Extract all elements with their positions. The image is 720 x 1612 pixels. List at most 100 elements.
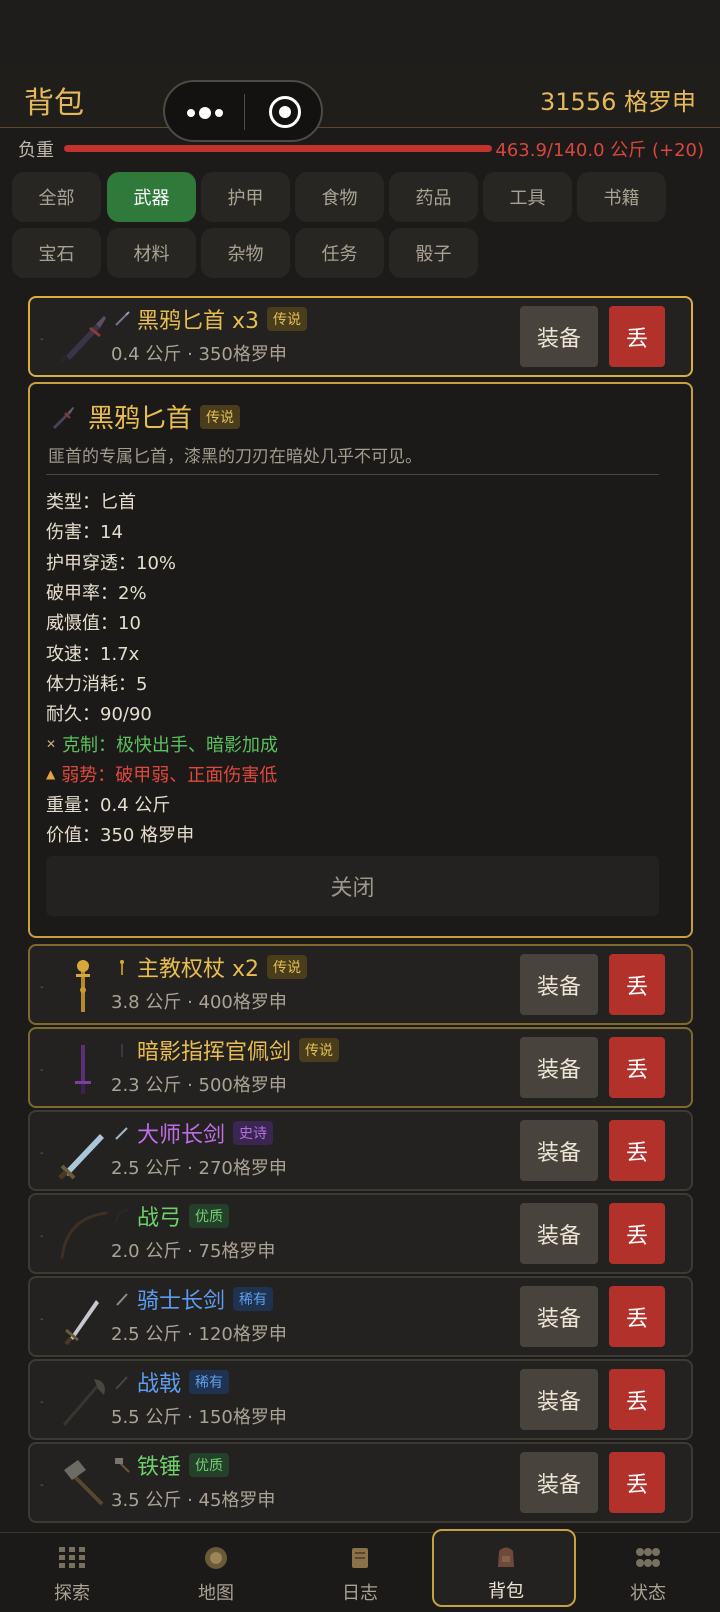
stat-intimidation: 威慑值：10 (46, 613, 141, 635)
item-marker: - (40, 1397, 44, 1408)
rarity-badge: 稀有 (233, 1287, 274, 1311)
detail-stats: 类型：匕首 伤害：14 护甲穿透：10% 破甲率：2% 威慑值：10 攻速：1.… (46, 486, 278, 850)
list-item[interactable]: - 战戟 稀有 5.5 公斤 · 150格罗申 装备 丢 (28, 1359, 693, 1440)
tab-food[interactable]: 食物 (295, 172, 384, 222)
stat-armor-break: 破甲率：2% (46, 583, 147, 605)
tab-misc[interactable]: 杂物 (201, 228, 290, 278)
detail-description: 匪首的专属匕首，漆黑的刀刃在暗处几乎不可见。 (48, 447, 422, 467)
stat-armor-penetration: 护甲穿透：10% (46, 552, 177, 574)
item-meta: 2.5 公斤 · 120格罗申 (111, 1324, 287, 1345)
tab-dice[interactable]: 骰子 (389, 228, 478, 278)
dagger-small-icon (115, 311, 130, 326)
counter-text: 克制：极快出手、暗影加成 (62, 734, 279, 756)
bow-icon (60, 1211, 109, 1260)
more-options-icon[interactable] (185, 106, 229, 120)
drop-button[interactable]: 丢 (609, 1203, 665, 1264)
stat-weakness: ▲ 弱势：破甲弱、正面伤害低 (46, 759, 278, 789)
drop-button[interactable]: 丢 (609, 1452, 665, 1513)
rarity-badge: 传说 (299, 1038, 340, 1062)
halberd-icon (62, 1379, 105, 1426)
item-marker: - (40, 1065, 44, 1076)
rarity-badge: 传说 (267, 307, 308, 331)
tab-medicine[interactable]: 药品 (389, 172, 478, 222)
list-item[interactable]: - 铁锤 优质 3.5 公斤 · 45格罗申 装备 丢 (28, 1442, 693, 1523)
load-value: 463.9/140.0 公斤 (+20) (495, 140, 704, 161)
drop-button[interactable]: 丢 (609, 1286, 665, 1347)
close-detail-button[interactable]: 关闭 (46, 856, 659, 916)
equip-button[interactable]: 装备 (520, 954, 598, 1015)
drop-button[interactable]: 丢 (609, 1120, 665, 1181)
list-item[interactable]: - 暗影指挥官佩剑 传说 2.3 公斤 · 500格罗申 装备 丢 (28, 1027, 693, 1108)
halberd-small-icon (115, 1376, 128, 1390)
item-name: 骑士长剑 (137, 1289, 226, 1314)
item-marker: - (40, 334, 44, 345)
item-marker: - (40, 1480, 44, 1491)
drop-button[interactable]: 丢 (609, 1037, 665, 1098)
list-item[interactable]: - 黑鸦匕首 x3 传说 0.4 公斤 · 350格罗申 装备 丢 (28, 296, 693, 377)
nav-map[interactable]: 地图 (144, 1533, 288, 1612)
equip-button[interactable]: 装备 (520, 1203, 598, 1264)
load-bar (64, 145, 492, 152)
stat-attack-speed: 攻速：1.7x (46, 643, 140, 665)
rarity-badge: 传说 (267, 955, 308, 979)
tab-gems[interactable]: 宝石 (12, 228, 101, 278)
rarity-badge: 优质 (189, 1453, 230, 1477)
item-meta: 2.5 公斤 · 270格罗申 (111, 1158, 287, 1179)
knight-sword-icon (64, 1300, 99, 1346)
equip-button[interactable]: 装备 (520, 1286, 598, 1347)
stat-damage: 伤害：14 (46, 522, 123, 544)
tab-armor[interactable]: 护甲 (201, 172, 290, 222)
rarity-badge: 史诗 (233, 1121, 274, 1145)
detail-divider (46, 474, 659, 475)
tab-weapons[interactable]: 武器 (107, 172, 196, 222)
stat-type: 类型：匕首 (46, 492, 136, 514)
item-name: 主教权杖 x2 (137, 957, 260, 982)
nav-status[interactable]: 状态 (576, 1533, 720, 1612)
drop-button[interactable]: 丢 (609, 1369, 665, 1430)
hammer-small-icon (115, 1458, 130, 1473)
tab-books[interactable]: 书籍 (577, 172, 666, 222)
list-item[interactable]: - 大师长剑 史诗 2.5 公斤 · 270格罗申 装备 丢 (28, 1110, 693, 1191)
page-title: 背包 (24, 86, 84, 121)
equip-button[interactable]: 装备 (520, 1452, 598, 1513)
drop-button[interactable]: 丢 (609, 306, 665, 367)
tab-materials[interactable]: 材料 (107, 228, 196, 278)
dagger-icon (53, 407, 74, 429)
nav-backpack[interactable]: 背包 (432, 1529, 576, 1607)
app-header: 背包 31556 格罗申 (0, 64, 720, 142)
load-label: 负重 (18, 140, 54, 161)
item-name: 暗影指挥官佩剑 (137, 1040, 292, 1065)
bottom-nav: 探索 地图 日志 背包 状态 (0, 1529, 720, 1612)
crossed-swords-icon: ✕ (46, 736, 57, 751)
equip-button[interactable]: 装备 (520, 1120, 598, 1181)
item-marker: - (40, 1231, 44, 1242)
item-name: 铁锤 (137, 1455, 182, 1480)
item-meta: 3.8 公斤 · 400格罗申 (111, 992, 287, 1013)
rarity-badge: 优质 (189, 1204, 230, 1228)
close-miniprogram-icon[interactable] (269, 96, 301, 128)
item-name: 大师长剑 (137, 1123, 226, 1148)
item-meta: 5.5 公斤 · 150格罗申 (111, 1407, 287, 1428)
capsule-divider (244, 94, 245, 130)
bow-small-icon (115, 1209, 130, 1224)
stat-durability: 耐久：90/90 (46, 704, 152, 726)
equip-button[interactable]: 装备 (520, 1369, 598, 1430)
list-item[interactable]: - 骑士长剑 稀有 2.5 公斤 · 120格罗申 装备 丢 (28, 1276, 693, 1357)
item-name: 战戟 (137, 1372, 182, 1397)
list-item[interactable]: - 主教权杖 x2 传说 3.8 公斤 · 400格罗申 装备 丢 (28, 944, 693, 1025)
list-item[interactable]: - 战弓 优质 2.0 公斤 · 75格罗申 装备 丢 (28, 1193, 693, 1274)
tab-tools[interactable]: 工具 (483, 172, 572, 222)
stat-stamina-cost: 体力消耗：5 (46, 673, 148, 695)
stat-counter: ✕ 克制：极快出手、暗影加成 (46, 728, 278, 758)
item-detail-panel: 黑鸦匕首 传说 匪首的专属匕首，漆黑的刀刃在暗处几乎不可见。 类型：匕首 伤害：… (28, 382, 693, 938)
drop-button[interactable]: 丢 (609, 954, 665, 1015)
tab-all[interactable]: 全部 (12, 172, 101, 222)
item-meta: 3.5 公斤 · 45格罗申 (111, 1490, 276, 1511)
equip-button[interactable]: 装备 (520, 306, 598, 367)
nav-explore[interactable]: 探索 (0, 1533, 144, 1612)
nav-journal[interactable]: 日志 (288, 1533, 432, 1612)
tab-quests[interactable]: 任务 (295, 228, 384, 278)
gold-balance: 31556 格罗申 (540, 88, 696, 116)
equip-button[interactable]: 装备 (520, 1037, 598, 1098)
map-compass-icon (205, 1547, 227, 1569)
